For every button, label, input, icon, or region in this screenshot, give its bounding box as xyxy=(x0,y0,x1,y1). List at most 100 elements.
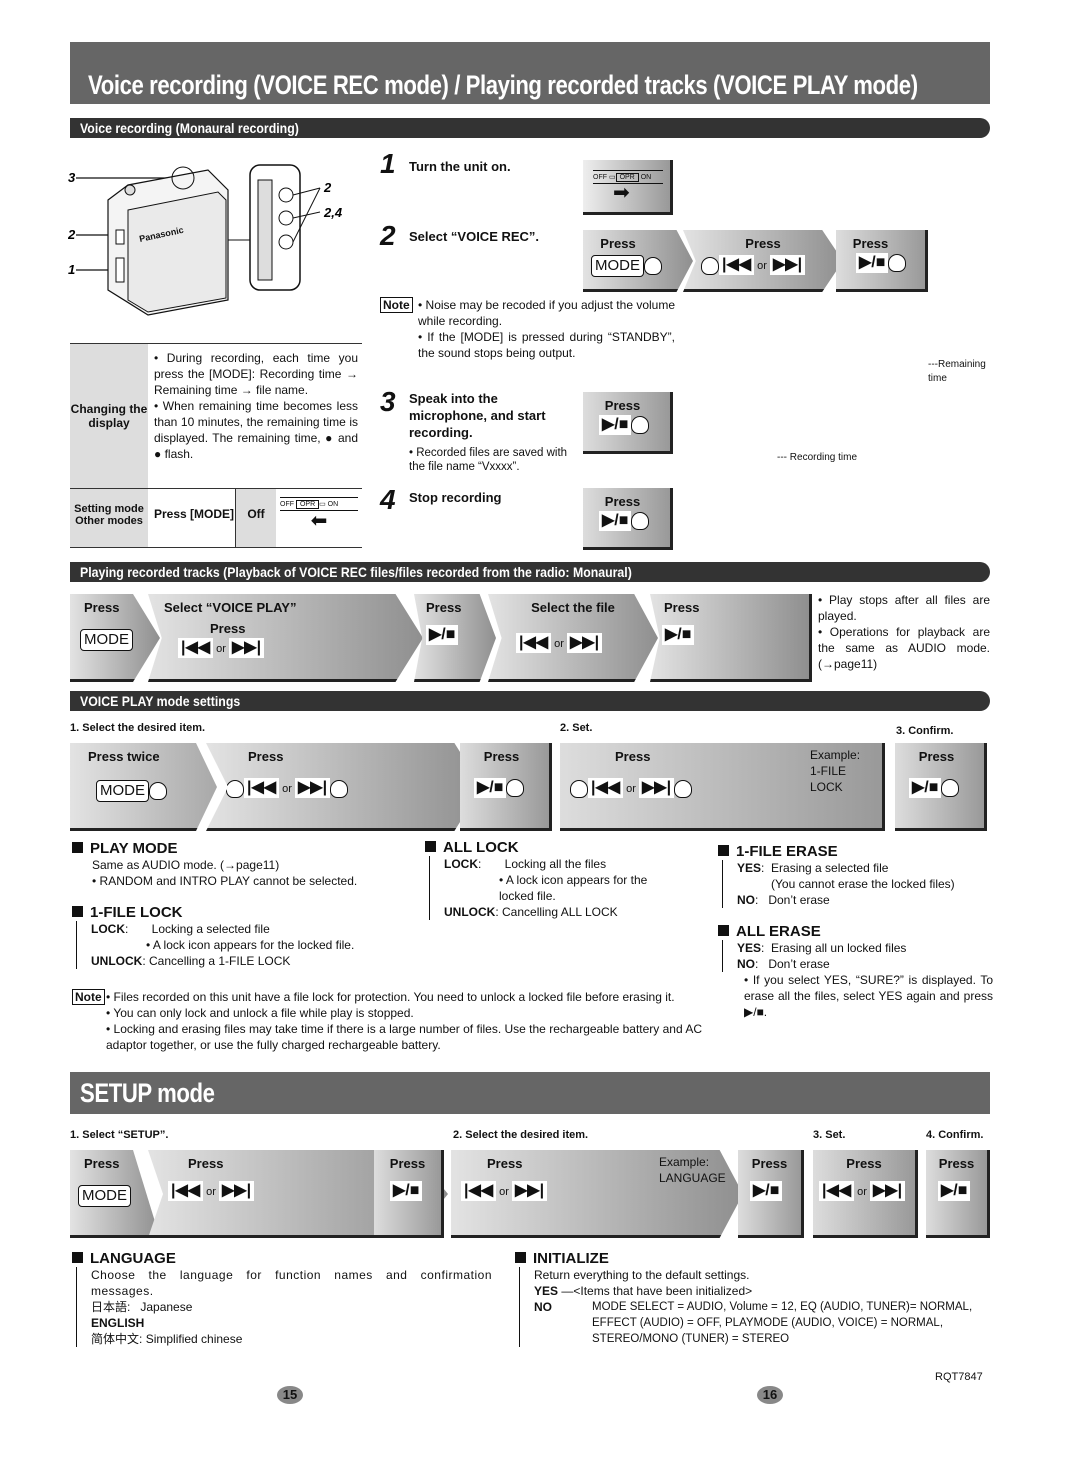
section-header-voice-rec: Voice recording (Monaural recording) xyxy=(70,118,990,138)
changing-display-desc: • During recording, each time you press … xyxy=(154,351,358,461)
skip-forward-key[interactable]: ▶▶| xyxy=(770,255,806,275)
mode-key[interactable]: MODE xyxy=(78,1185,131,1207)
hand-icon xyxy=(506,778,525,797)
step-label-select-item: 2. Select the desired item. xyxy=(453,1129,589,1141)
note-item: • Files recorded on this unit have a fil… xyxy=(106,990,675,1004)
press-mode-box: Press MODE xyxy=(583,230,693,292)
press-label: Press xyxy=(852,236,889,251)
item-heading: ALL ERASE xyxy=(736,923,821,940)
svg-text:1: 1 xyxy=(68,262,75,277)
step-4-text: Stop recording xyxy=(409,490,502,505)
mode-key[interactable]: MODE xyxy=(96,780,149,802)
step-label: Press xyxy=(389,1156,426,1171)
play-stop-key[interactable]: ▶/■ xyxy=(938,1181,971,1201)
example-text: Example: 1-FILE LOCK xyxy=(810,748,861,794)
section-title: Playing recorded tracks (Playback of VOI… xyxy=(80,564,632,580)
hand-icon xyxy=(149,781,167,800)
step-label: Press xyxy=(664,600,700,615)
note-label: Note xyxy=(380,297,413,313)
skip-back-key[interactable]: |◀◀ xyxy=(244,778,280,798)
hand-icon xyxy=(570,780,588,799)
item-heading: INITIALIZE xyxy=(533,1250,609,1267)
arrow-right-icon: ➡ xyxy=(613,182,630,204)
hand-icon xyxy=(888,253,907,272)
step-label-select-setup: 1. Select “SETUP”. xyxy=(70,1129,169,1141)
play-stop-key[interactable]: ▶/■ xyxy=(662,625,695,645)
step-label: Press xyxy=(248,749,284,764)
playback-step-press-play-2: Press ▶/■ xyxy=(650,594,812,682)
note-label: Note xyxy=(72,989,105,1005)
play-stop-key[interactable]: ▶/■ xyxy=(599,511,632,531)
step-label: Select “VOICE PLAY” xyxy=(164,600,297,615)
hand-icon xyxy=(941,778,960,797)
step-label: Press xyxy=(918,749,955,764)
play-stop-key[interactable]: ▶/■ xyxy=(599,415,632,435)
play-stop-key[interactable]: ▶/■ xyxy=(909,778,942,798)
skip-forward-key[interactable]: ▶▶| xyxy=(567,633,603,653)
skip-forward-key[interactable]: ▶▶| xyxy=(229,638,265,658)
settings-press-play: Press ▶/■ xyxy=(460,743,552,831)
all-erase-note: • If you select YES, “SURE?” is displaye… xyxy=(744,973,993,1019)
skip-forward-key[interactable]: ▶▶| xyxy=(512,1181,548,1201)
play-stop-key[interactable]: ▶/■ xyxy=(750,1181,783,1201)
document-code: RQT7847 xyxy=(935,1371,983,1383)
skip-back-key[interactable]: |◀◀ xyxy=(516,633,552,653)
svg-text:2: 2 xyxy=(68,227,76,242)
skip-forward-key[interactable]: ▶▶| xyxy=(639,778,675,798)
remaining-time-label: ---Remaining time xyxy=(928,359,986,384)
step-label: Press xyxy=(84,1156,120,1171)
page-number-left: 15 xyxy=(277,1386,303,1404)
skip-forward-key[interactable]: ▶▶| xyxy=(219,1181,255,1201)
note-item: • If the [MODE] is pressed during “STAND… xyxy=(418,330,675,360)
device-illustration: Panasonic 3 2 1 2 2,4 xyxy=(67,150,368,320)
setup-confirm: Press ▶/■ xyxy=(926,1150,990,1238)
setup-press-mode: Press MODE xyxy=(70,1150,160,1238)
hand-icon xyxy=(701,257,719,276)
skip-back-key[interactable]: |◀◀ xyxy=(178,638,214,658)
step-label-set: 3. Set. xyxy=(813,1129,846,1141)
step-1-text: Turn the unit on. xyxy=(409,159,511,174)
step-3-bullet: • Recorded files are saved with the file… xyxy=(409,447,568,473)
page-title-text: Voice recording (VOICE REC mode) / Playi… xyxy=(88,70,918,100)
svg-text:3: 3 xyxy=(68,170,76,185)
step-label: Press xyxy=(483,749,520,764)
item-all-lock: ALL LOCK LOCK: Locking all the files • A… xyxy=(425,839,695,920)
press-label: Press xyxy=(210,621,246,636)
play-stop-key[interactable]: ▶/■ xyxy=(474,778,507,798)
play-stop-key[interactable]: ▶/■ xyxy=(390,1181,423,1201)
arrow-left-icon: ⬅ xyxy=(310,510,328,532)
play-stop-key[interactable]: ▶/■ xyxy=(856,253,889,273)
power-switch-illustration: OFF ▭ OPR ON ➡ xyxy=(583,160,673,215)
hand-icon xyxy=(674,780,693,799)
skip-back-key[interactable]: |◀◀ xyxy=(819,1181,855,1201)
note-item: • Locking and erasing files may take tim… xyxy=(106,1022,702,1052)
step-label-set: 2. Set. xyxy=(560,722,593,734)
item-heading: ALL LOCK xyxy=(443,839,519,856)
skip-back-key[interactable]: |◀◀ xyxy=(168,1181,204,1201)
setup-title: SETUP mode xyxy=(70,1072,990,1114)
switch-off-illustration: OFF OPR ▭ ON ⬅ xyxy=(276,489,362,547)
square-bullet-icon xyxy=(515,1252,526,1263)
skip-forward-key[interactable]: ▶▶| xyxy=(295,778,331,798)
page-number-right: 16 xyxy=(757,1386,783,1404)
skip-back-key[interactable]: |◀◀ xyxy=(588,778,624,798)
off-label: Off xyxy=(236,489,276,547)
note-item: • Operations for playback are the same a… xyxy=(818,625,990,671)
item-1-file-erase: 1-FILE ERASE YES: Erasing a selected fil… xyxy=(718,843,998,908)
mode-key[interactable]: MODE xyxy=(80,629,133,651)
mode-key[interactable]: MODE xyxy=(591,255,644,277)
skip-back-key[interactable]: |◀◀ xyxy=(461,1181,497,1201)
step-label: Press xyxy=(846,1156,882,1171)
hand-icon xyxy=(644,256,662,275)
note-voice-rec: Note • Noise may be recoded if you adjus… xyxy=(380,297,675,361)
svg-text:2: 2 xyxy=(323,180,332,195)
step-1-number: 1 xyxy=(380,148,396,179)
square-bullet-icon xyxy=(718,845,729,856)
play-stop-key[interactable]: ▶/■ xyxy=(426,625,459,645)
skip-forward-key[interactable]: ▶▶| xyxy=(870,1181,906,1201)
item-play-mode: PLAY MODE Same as AUDIO mode. (→page11) … xyxy=(72,840,412,889)
hand-icon xyxy=(226,780,244,799)
skip-back-key[interactable]: |◀◀ xyxy=(719,255,755,275)
step-2-text: Select “VOICE REC”. xyxy=(409,229,540,244)
note-item: • You can only lock and unlock a file wh… xyxy=(106,1006,414,1020)
